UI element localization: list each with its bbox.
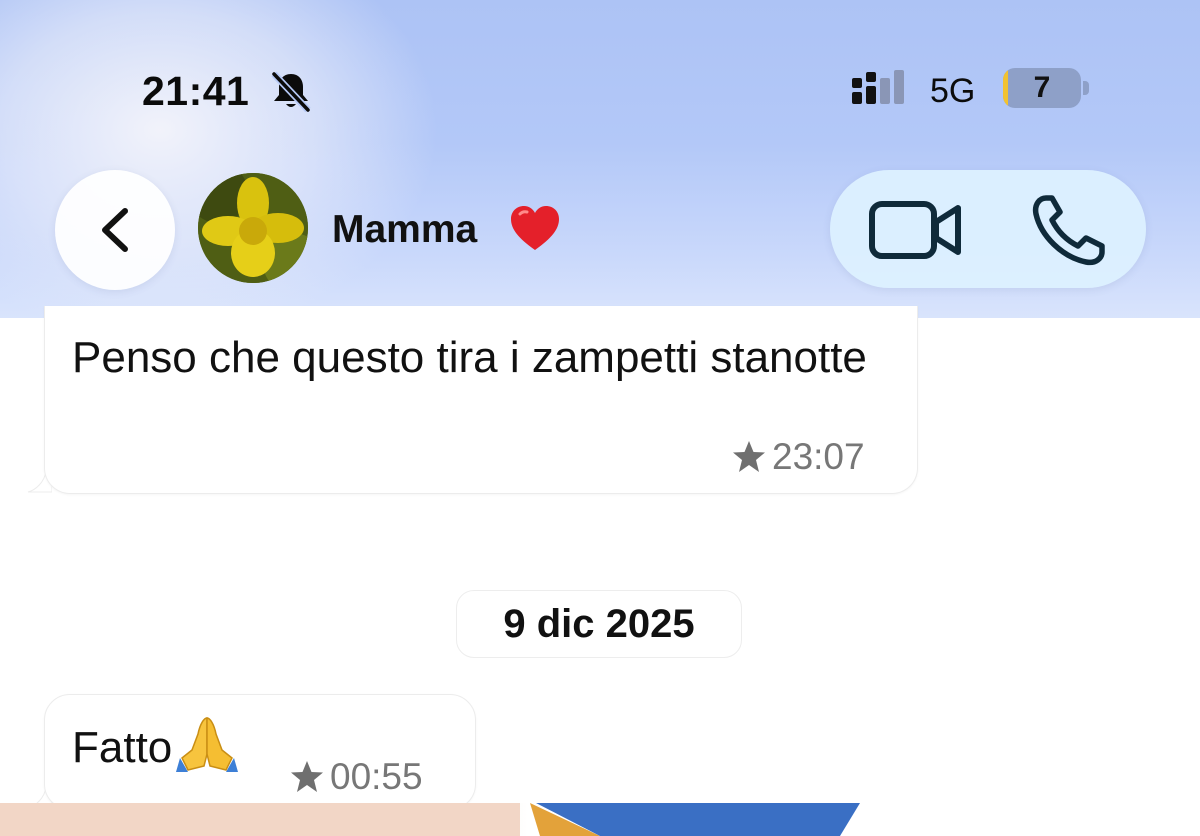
- message-text: Penso che questo tira i zampetti stanott…: [72, 333, 867, 382]
- contact-name[interactable]: Mamma: [332, 208, 477, 252]
- back-button[interactable]: [55, 170, 175, 290]
- star-icon: [291, 761, 323, 792]
- avatar[interactable]: [198, 173, 308, 283]
- date-separator: 9 dic 2025: [456, 590, 742, 658]
- chevron-left-icon: [102, 208, 128, 252]
- message-meta: 00:55: [288, 756, 423, 798]
- media-thumbnail: [0, 803, 1200, 836]
- message-time: 00:55: [330, 756, 423, 797]
- signal-bars-icon: [852, 70, 904, 104]
- star-icon: [733, 441, 765, 472]
- media-preview[interactable]: [0, 803, 1200, 836]
- battery-indicator: 7: [1003, 68, 1081, 108]
- message-text: Fatto: [72, 723, 173, 772]
- red-heart-icon: [511, 206, 559, 250]
- yellow-flower-photo: [198, 173, 308, 283]
- video-camera-icon: [869, 201, 961, 259]
- status-time: 21:41: [142, 68, 250, 114]
- folded-hands-icon: [176, 717, 239, 772]
- battery-nub: [1083, 81, 1089, 95]
- message-time: 23:07: [772, 436, 865, 477]
- chat-header: 21:41 5G 7 Mamma: [0, 0, 1200, 318]
- battery-level: 7: [1033, 71, 1051, 104]
- video-call-button[interactable]: [868, 192, 964, 268]
- message-meta: 23:07: [730, 436, 865, 478]
- message-content: Fatto: [72, 714, 240, 782]
- bell-slash-icon: [271, 71, 311, 112]
- phone-icon: [1032, 195, 1105, 266]
- network-type: 5G: [930, 72, 976, 110]
- voice-call-button[interactable]: [1028, 190, 1112, 270]
